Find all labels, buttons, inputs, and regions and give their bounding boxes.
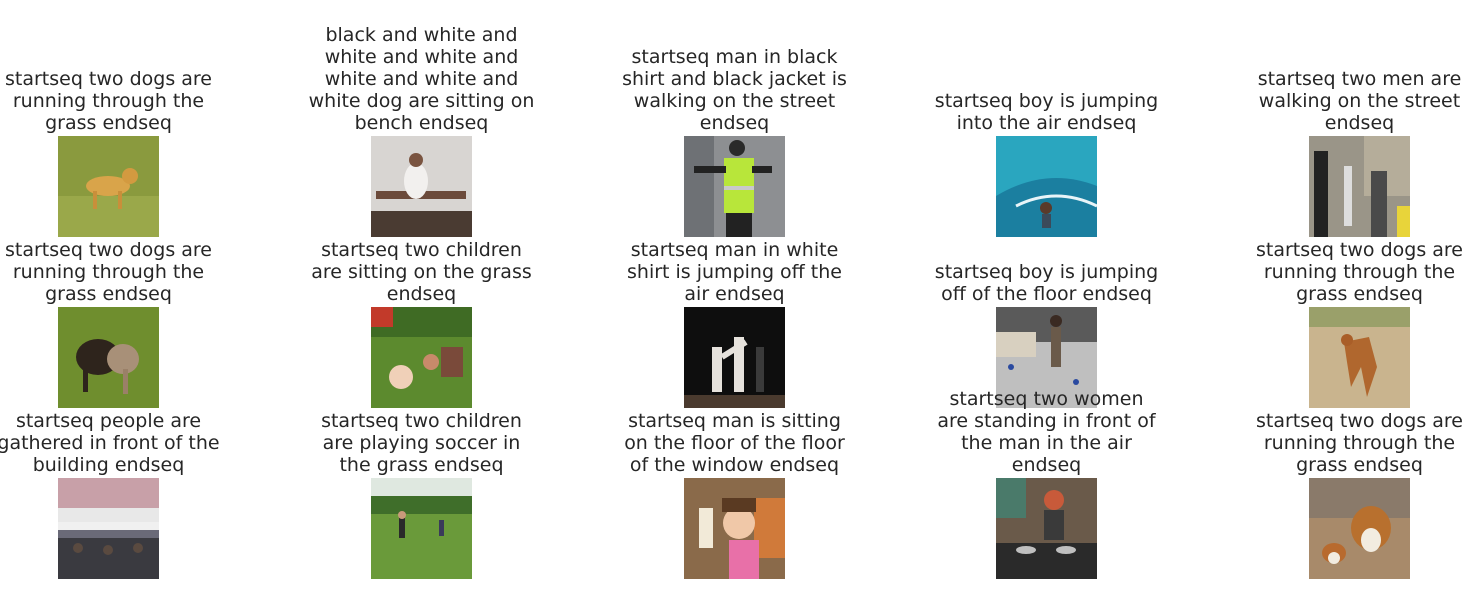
police-officer-photo bbox=[684, 136, 785, 237]
grid-cell-10: startseq two dogs are running through th… bbox=[1256, 239, 1463, 408]
grid-cell-13: startseq man is sitting on the floor of … bbox=[624, 410, 845, 579]
man-on-bench-photo bbox=[371, 136, 472, 237]
grid-cell-7: startseq two children are sitting on the… bbox=[311, 239, 532, 408]
caption: startseq two dogs are running through th… bbox=[4, 239, 212, 305]
dogs-playing-photo bbox=[58, 307, 159, 408]
martial-arts-photo bbox=[684, 307, 785, 408]
dog-on-sand-photo bbox=[1309, 307, 1410, 408]
dog-on-grass-photo bbox=[58, 136, 159, 237]
grid-cell-6: startseq two dogs are running through th… bbox=[5, 239, 212, 408]
caption: startseq boy is jumping off of the floor… bbox=[934, 261, 1159, 305]
grid-cell-2: black and white and white and white and … bbox=[309, 24, 534, 237]
caption: startseq two dogs are running through th… bbox=[1255, 239, 1463, 305]
grid-cell-11: startseq people are gathered in front of… bbox=[0, 410, 220, 579]
grid-cell-12: startseq two children are playing soccer… bbox=[321, 410, 522, 579]
grid-cell-1: startseq two dogs are running through th… bbox=[5, 68, 212, 237]
caption: startseq two children are sitting on the… bbox=[311, 239, 532, 305]
caption: startseq two dogs are running through th… bbox=[4, 68, 212, 134]
grid-cell-14: startseq two women are standing in front… bbox=[937, 388, 1156, 579]
caption: startseq boy is jumping into the air end… bbox=[934, 90, 1159, 134]
caption: startseq two men are walking on the stre… bbox=[1257, 68, 1462, 134]
caption: startseq man is sitting on the floor of … bbox=[624, 410, 845, 476]
caption: black and white and white and white and … bbox=[308, 24, 535, 134]
grid-cell-5: startseq two men are walking on the stre… bbox=[1258, 68, 1461, 237]
street-people-photo bbox=[1309, 136, 1410, 237]
dj-woman-photo bbox=[996, 478, 1097, 579]
grid-cell-3: startseq man in black shirt and black ja… bbox=[622, 46, 847, 237]
caption: startseq two children are playing soccer… bbox=[321, 410, 522, 476]
girl-with-drink-photo bbox=[684, 478, 785, 579]
caption: startseq man in black shirt and black ja… bbox=[622, 46, 847, 134]
kids-soccer-photo bbox=[371, 478, 472, 579]
caption: startseq man in white shirt is jumping o… bbox=[627, 239, 842, 305]
caption: startseq two women are standing in front… bbox=[937, 388, 1156, 476]
grid-cell-4: startseq boy is jumping into the air end… bbox=[935, 90, 1158, 237]
grid-cell-8: startseq man in white shirt is jumping o… bbox=[627, 239, 842, 408]
child-on-slide-photo bbox=[996, 136, 1097, 237]
crowd-rally-photo bbox=[58, 478, 159, 579]
caption: startseq two dogs are running through th… bbox=[1255, 410, 1463, 476]
collie-dogs-photo bbox=[1309, 478, 1410, 579]
caption: startseq people are gathered in front of… bbox=[0, 410, 220, 476]
grid-cell-15: startseq two dogs are running through th… bbox=[1256, 410, 1463, 579]
family-picnic-photo bbox=[371, 307, 472, 408]
